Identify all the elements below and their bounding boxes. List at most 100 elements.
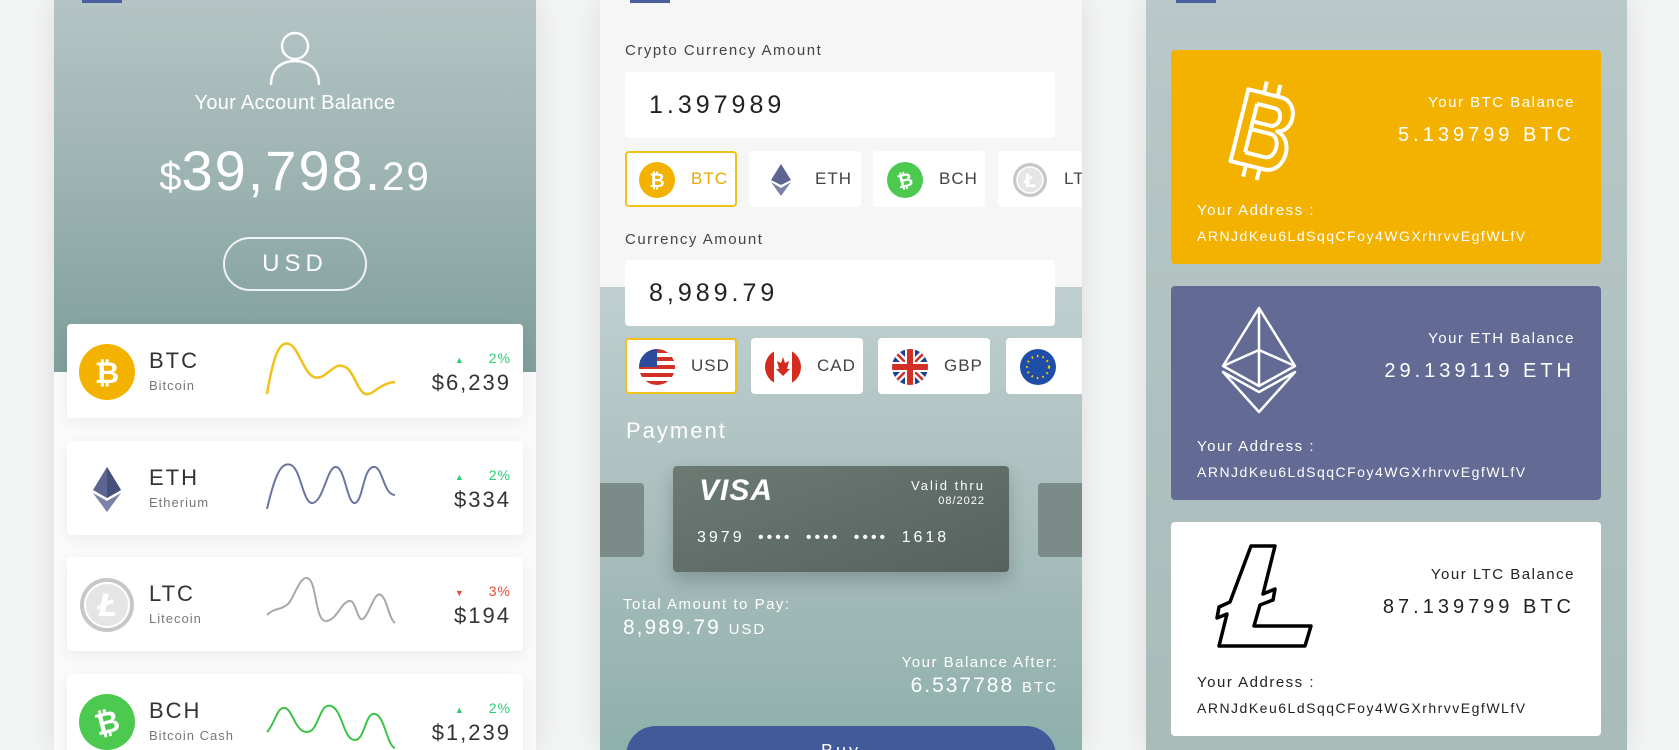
price-sparkline: [266, 576, 396, 624]
crypto-amount-label: Crypto Currency Amount: [625, 42, 823, 59]
wallet-balance: 29.139119 ETH: [1384, 360, 1575, 382]
chip-label: CAD: [817, 356, 856, 375]
litecoin-icon: [1215, 544, 1313, 648]
chip-eth[interactable]: ETH: [749, 151, 861, 207]
coin-card-eth[interactable]: ETH Etherium ▲ 2% $334: [67, 441, 523, 535]
coin-price: $334: [454, 487, 511, 512]
chip-label: LT: [1064, 169, 1082, 188]
balance-screen: Your Account Balance $39,798.29 USD ₿ BT…: [54, 0, 536, 750]
ethereum-icon: [93, 467, 121, 512]
price-sparkline: [265, 342, 396, 396]
chip-label: ETH: [815, 169, 852, 188]
canada-flag-icon: [765, 349, 801, 385]
total-amount: 8,989.79: [623, 616, 721, 639]
payment-label: Payment: [626, 418, 727, 443]
uk-flag-icon: [892, 349, 928, 385]
wallet-card-eth[interactable]: Your ETH Balance 29.139119 ETH Your Addr…: [1171, 286, 1601, 500]
coin-card-bch[interactable]: ₿ BCH Bitcoin Cash ▲ 2% $1,239: [67, 674, 523, 750]
payment-card[interactable]: VISA Valid thru 08/2022 3979 •••• •••• •…: [673, 466, 1009, 572]
wallet-screen: Your BTC Balance 5.139799 BTC Your Addre…: [1146, 0, 1627, 750]
currency-amount-input[interactable]: 8,989.79: [625, 260, 1055, 326]
chip-label: BTC: [691, 169, 728, 188]
svg-text:₿: ₿: [95, 356, 119, 391]
currency-amount-label: Currency Amount: [625, 231, 764, 248]
wallet-balance: 5.139799 BTC: [1398, 124, 1575, 146]
coin-symbol: LTC: [149, 581, 195, 606]
up-arrow-icon: ▲: [454, 472, 465, 482]
svg-text:Ł: Ł: [96, 589, 117, 624]
crypto-amount-input[interactable]: 1.397989: [625, 72, 1055, 138]
price-sparkline: [266, 704, 396, 749]
total-amount-value: 8,989.79 USD: [623, 616, 766, 640]
ethereum-icon: [1221, 306, 1297, 414]
chip-ltc[interactable]: Ł LT: [998, 151, 1082, 207]
card-expiry: 08/2022: [938, 495, 985, 507]
balance-cents: 29: [382, 155, 431, 199]
total-amount-label: Total Amount to Pay:: [623, 596, 791, 613]
balance-whole: 39,798.: [181, 139, 383, 202]
menu-icon[interactable]: [630, 0, 670, 3]
wallet-address[interactable]: ARNJdKeu6LdSqqCFoy4WGXrhrvvEgfWLfV: [1197, 464, 1527, 480]
chip-label: BCH: [939, 169, 978, 188]
chip-btc[interactable]: ₿ BTC: [625, 151, 737, 207]
balance-after-label: Your Balance After:: [901, 654, 1058, 671]
coin-symbol: ETH: [149, 465, 199, 490]
chip-bch[interactable]: ₿ BCH: [873, 151, 985, 207]
wallet-address-label: Your Address :: [1197, 438, 1316, 455]
wallet-balance: 87.139799 BTC: [1382, 596, 1575, 618]
coin-card-btc[interactable]: ₿ BTC Bitcoin ▲ 2% $6,239: [67, 324, 523, 418]
chip-eur[interactable]: [1006, 338, 1082, 394]
menu-icon[interactable]: [82, 0, 122, 3]
user-icon[interactable]: [268, 30, 322, 86]
card-number: 3979 •••• •••• •••• 1618: [697, 529, 950, 546]
bitcoin-cash-icon: ₿: [79, 694, 135, 750]
coin-name: Bitcoin Cash: [149, 728, 234, 743]
chip-cad[interactable]: CAD: [751, 338, 863, 394]
wallet-address[interactable]: ARNJdKeu6LdSqqCFoy4WGXrhrvvEgfWLfV: [1197, 700, 1527, 716]
bitcoin-icon: ₿: [639, 162, 675, 198]
next-card[interactable]: [1038, 483, 1082, 557]
down-arrow-icon: ▼: [454, 588, 465, 598]
ethereum-icon: [771, 164, 791, 196]
account-balance-value: $39,798.29: [54, 138, 536, 203]
coin-card-ltc[interactable]: Ł LTC Litecoin ▼ 3% $194: [67, 557, 523, 651]
previous-card[interactable]: [600, 483, 644, 557]
coin-symbol: BCH: [149, 698, 202, 723]
balance-after-value: 6.537788 BTC: [911, 674, 1058, 698]
up-arrow-icon: ▲: [454, 705, 465, 715]
wallet-address[interactable]: ARNJdKeu6LdSqqCFoy4WGXrhrvvEgfWLfV: [1197, 228, 1527, 244]
chip-label: USD: [691, 356, 730, 375]
coin-name: Etherium: [149, 495, 210, 510]
eu-flag-icon: [1020, 349, 1056, 385]
price-change: ▲ 2%: [454, 467, 511, 483]
chip-usd[interactable]: USD: [625, 338, 737, 394]
currency-select-button[interactable]: USD: [223, 237, 367, 291]
litecoin-icon: Ł: [80, 578, 134, 632]
balance-after-amount: 6.537788: [910, 674, 1015, 697]
currency-symbol: $: [159, 155, 182, 199]
up-arrow-icon: ▲: [454, 355, 465, 365]
menu-icon[interactable]: [1176, 0, 1216, 3]
wallet-title: Your BTC Balance: [1428, 94, 1575, 111]
chip-gbp[interactable]: GBP: [878, 338, 990, 394]
bitcoin-icon: ₿: [79, 344, 135, 400]
litecoin-icon: Ł: [1013, 163, 1047, 197]
coin-name: Bitcoin: [149, 378, 196, 393]
wallet-card-btc[interactable]: Your BTC Balance 5.139799 BTC Your Addre…: [1171, 50, 1601, 264]
visa-logo: VISA: [699, 474, 774, 507]
svg-text:₿: ₿: [649, 170, 664, 192]
us-flag-icon: [639, 349, 675, 385]
chip-label: GBP: [944, 356, 983, 375]
total-unit: USD: [728, 621, 767, 638]
account-balance-label: Your Account Balance: [194, 92, 396, 114]
price-change: ▲ 2%: [454, 700, 511, 716]
wallet-address-label: Your Address :: [1197, 674, 1316, 691]
wallet-card-ltc[interactable]: Your LTC Balance 87.139799 BTC Your Addr…: [1171, 522, 1601, 736]
price-change: ▲ 2%: [454, 350, 511, 366]
buy-button[interactable]: Buy: [626, 726, 1056, 750]
wallet-address-label: Your Address :: [1197, 202, 1316, 219]
coin-price: $1,239: [431, 720, 511, 745]
coin-price: $6,239: [431, 370, 511, 395]
coin-name: Litecoin: [149, 611, 202, 626]
price-change: ▼ 3%: [454, 583, 511, 599]
